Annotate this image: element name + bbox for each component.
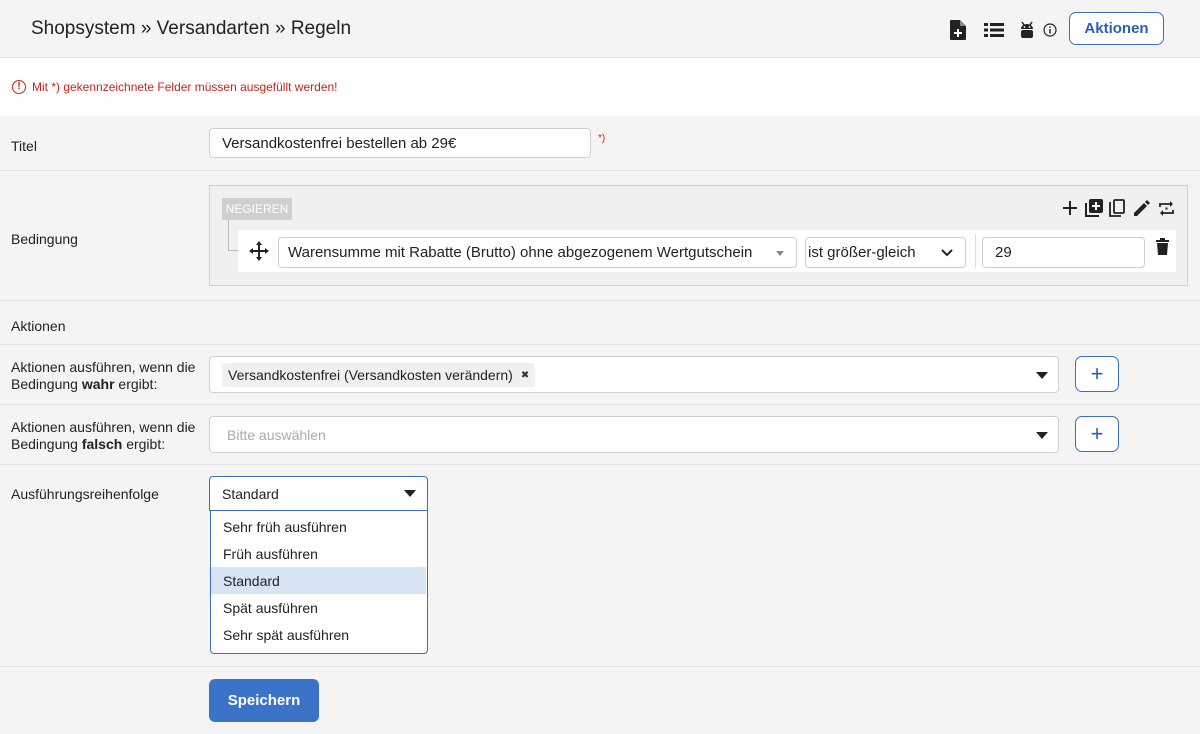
condition-field-select[interactable]: Warensumme mit Rabatte (Brutto) ohne abg… [278, 237, 797, 268]
condition-rule: Warensumme mit Rabatte (Brutto) ohne abg… [238, 230, 1176, 272]
page-header: Shopsystem » Versandarten » Regeln Aktio… [0, 0, 1200, 58]
chevron-down-icon [941, 246, 953, 263]
actions-false-label: Aktionen ausführen, wenn die Bedingung f… [11, 419, 196, 452]
actions-true-label: Aktionen ausführen, wenn die Bedingung w… [11, 359, 196, 392]
execution-order-row: Ausführungsreihenfolge [0, 465, 1200, 667]
remove-tag-icon[interactable]: ✖ [521, 370, 529, 381]
add-true-action-button[interactable]: + [1075, 356, 1119, 392]
actions-true-select[interactable]: Versandkostenfrei (Versandkosten verände… [209, 356, 1059, 393]
notice-text: Mit *) gekennzeichnete Felder müssen aus… [32, 80, 338, 94]
option-very-early[interactable]: Sehr früh ausführen [211, 513, 426, 540]
condition-field-value: Warensumme mit Rabatte (Brutto) ohne abg… [288, 244, 753, 261]
required-fields-notice: ! Mit *) gekennzeichnete Felder müssen a… [0, 58, 1200, 116]
divider [975, 234, 976, 268]
info-icon[interactable] [1043, 19, 1057, 41]
execution-order-select[interactable]: Standard [209, 476, 428, 511]
swap-icon[interactable] [1156, 198, 1176, 218]
caret-down-icon [404, 490, 416, 497]
breadcrumb: Shopsystem » Versandarten » Regeln [31, 18, 352, 39]
caret-down-icon [1036, 432, 1048, 439]
move-icon[interactable] [248, 240, 270, 262]
option-standard[interactable]: Standard [211, 567, 426, 594]
actions-false-placeholder: Bitte auswählen [227, 426, 326, 443]
save-button[interactable]: Speichern [209, 679, 319, 722]
negate-toggle[interactable]: NEGIEREN [222, 198, 292, 220]
plus-icon[interactable] [1060, 198, 1080, 218]
copy-icon[interactable] [1107, 198, 1127, 218]
tree-line [228, 220, 229, 250]
aktionen-section-row: Aktionen [0, 301, 1200, 345]
option-late[interactable]: Spät ausführen [211, 594, 426, 621]
new-document-icon[interactable] [948, 19, 968, 41]
operator-value: ist größer-gleich [808, 244, 916, 261]
operator-select[interactable]: ist größer-gleich [805, 237, 966, 268]
titel-label: Titel [11, 138, 37, 154]
add-group-icon[interactable] [1084, 198, 1104, 218]
option-early[interactable]: Früh ausführen [211, 540, 426, 567]
caret-down-icon [1036, 372, 1048, 379]
alert-icon: ! [12, 80, 26, 94]
add-false-action-button[interactable]: + [1075, 416, 1119, 452]
bedingung-label: Bedingung [11, 231, 78, 247]
aktionen-section-label: Aktionen [11, 318, 66, 334]
condition-value-input[interactable]: 29 [982, 237, 1145, 268]
selected-action-tag: Versandkostenfrei (Versandkosten verände… [222, 363, 536, 387]
tree-line [228, 250, 238, 251]
list-icon[interactable] [983, 19, 1005, 41]
actions-button[interactable]: Aktionen [1069, 12, 1164, 45]
execution-order-label: Ausführungsreihenfolge [11, 486, 159, 502]
option-very-late[interactable]: Sehr spät ausführen [211, 621, 426, 648]
caret-down-icon [776, 251, 784, 256]
actions-false-select[interactable]: Bitte auswählen [209, 416, 1059, 453]
android-icon[interactable] [1018, 19, 1036, 41]
pencil-icon[interactable] [1131, 198, 1151, 218]
execution-order-value: Standard [222, 485, 279, 502]
required-mark: *) [598, 133, 606, 144]
execution-order-options: Sehr früh ausführen Früh ausführen Stand… [210, 511, 428, 654]
titel-input[interactable]: Versandkostenfrei bestellen ab 29€ [209, 128, 591, 158]
condition-builder: NEGIEREN Warensumme mit Rabatte (Brutto)… [209, 185, 1188, 286]
trash-icon[interactable] [1156, 238, 1170, 256]
